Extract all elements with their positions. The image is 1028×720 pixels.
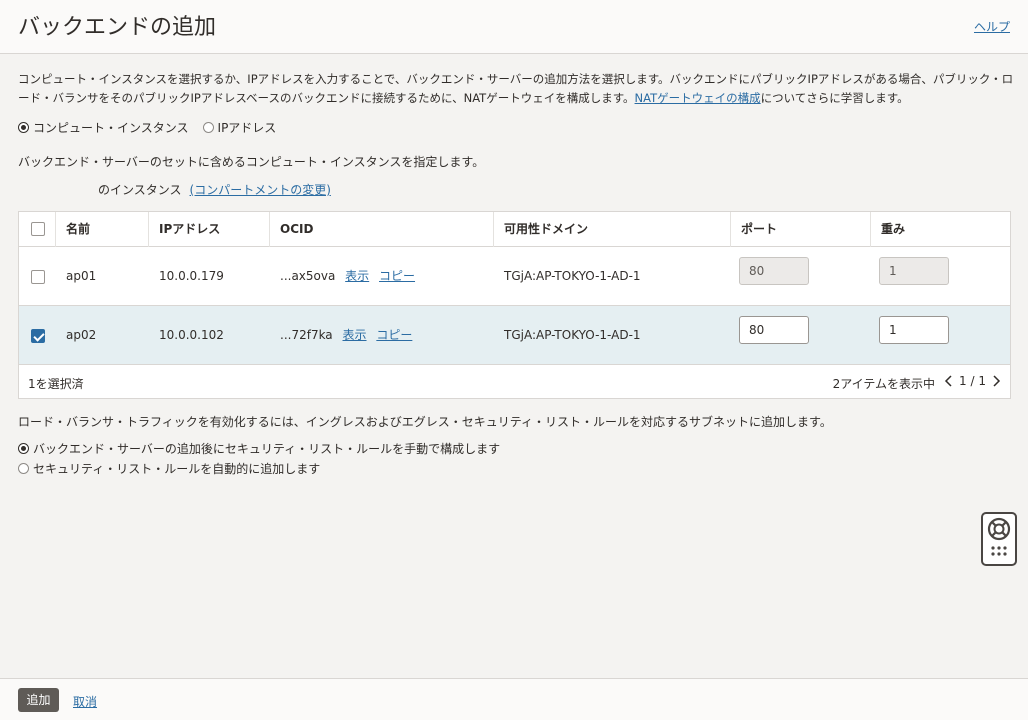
pagination: 1 / 1 <box>942 373 1003 389</box>
weight-input[interactable]: 1 <box>879 316 949 344</box>
instances-table: 名前 IPアドレス OCID 可用性ドメイン ポート 重み ap01 10.0.… <box>18 211 1011 399</box>
radio-label: セキュリティ・リスト・ルールを自動的に追加します <box>33 462 321 476</box>
availability-domain: TGjA:AP-TOKYO-1-AD-1 <box>504 269 641 283</box>
page-indicator: 1 / 1 <box>959 374 986 388</box>
column-header-port[interactable]: ポート <box>731 212 871 247</box>
availability-domain: TGjA:AP-TOKYO-1-AD-1 <box>504 328 641 342</box>
footer-bar: 追加 取消 <box>0 678 1028 720</box>
instructions-text: バックエンド・サーバーのセットに含めるコンピュート・インスタンスを指定します。 <box>18 155 485 169</box>
chevron-right-icon[interactable] <box>991 373 1003 389</box>
items-shown: 2アイテムを表示中 <box>832 377 935 391</box>
instance-name: ap02 <box>66 328 97 342</box>
instance-ocid-cell: ...ax5ova 表示 コピー <box>270 247 415 306</box>
selected-count: 1を選択済 <box>28 377 84 391</box>
change-compartment-link[interactable]: (コンパートメントの変更) <box>190 183 331 197</box>
chevron-left-icon[interactable] <box>942 373 954 389</box>
nat-gateway-link[interactable]: NATゲートウェイの構成 <box>635 91 761 105</box>
radio-label: IPアドレス <box>217 121 277 135</box>
cancel-link[interactable]: 取消 <box>73 693 97 710</box>
table-row: ap01 10.0.0.179 ...ax5ova 表示 コピー TGjA:AP… <box>19 247 1010 306</box>
radio-compute-instance[interactable]: コンピュート・インスタンス <box>18 119 189 136</box>
method-radio-group: コンピュート・インスタンス IPアドレス <box>18 119 276 136</box>
compartment-label: のインスタンス <box>98 183 182 197</box>
row-checkbox[interactable] <box>31 270 45 284</box>
column-header-weight[interactable]: 重み <box>871 212 1010 247</box>
radio-ip-address[interactable]: IPアドレス <box>202 119 277 136</box>
copy-ocid-link[interactable]: コピー <box>379 269 415 283</box>
description: コンピュート・インスタンスを選択するか、IPアドレスを入力することで、バックエン… <box>18 70 1018 108</box>
radio-manual-security-rules[interactable]: バックエンド・サーバーの追加後にセキュリティ・リスト・ルールを手動で構成します <box>18 440 500 457</box>
page-title: バックエンドの追加 <box>18 15 217 40</box>
radio-auto-security-rules[interactable]: セキュリティ・リスト・ルールを自動的に追加します <box>18 460 320 477</box>
help-link[interactable]: ヘルプ <box>974 18 1010 35</box>
port-input[interactable]: 80 <box>739 257 809 285</box>
row-checkbox-checked[interactable] <box>31 329 45 343</box>
column-header-ip[interactable]: IPアドレス <box>149 212 270 247</box>
column-header-name[interactable]: 名前 <box>56 212 149 247</box>
instance-name: ap01 <box>66 269 97 283</box>
column-header-ocid[interactable]: OCID <box>270 212 494 247</box>
copy-ocid-link[interactable]: コピー <box>376 328 412 342</box>
radio-empty-icon[interactable] <box>18 463 29 474</box>
help-assistant-widget[interactable] <box>981 512 1017 566</box>
radio-label: バックエンド・サーバーの追加後にセキュリティ・リスト・ルールを手動で構成します <box>33 442 501 456</box>
instance-ip: 10.0.0.179 <box>159 269 224 283</box>
table-footer: 1を選択済 2アイテムを表示中 1 / 1 <box>19 365 1010 399</box>
instance-ip: 10.0.0.102 <box>159 328 224 342</box>
radio-label: コンピュート・インスタンス <box>33 121 189 135</box>
table-header: 名前 IPアドレス OCID 可用性ドメイン ポート 重み <box>19 212 1010 247</box>
page-header: バックエンドの追加 ヘルプ <box>0 0 1028 54</box>
table-row: ap02 10.0.0.102 ...72f7ka 表示 コピー TGjA:AP… <box>19 306 1010 365</box>
select-all-checkbox[interactable] <box>31 222 45 236</box>
weight-input[interactable]: 1 <box>879 257 949 285</box>
instance-ocid: ...72f7ka <box>280 328 333 342</box>
description-text-after: についてさらに学習します。 <box>760 91 909 105</box>
radio-empty-icon[interactable] <box>202 122 214 133</box>
show-ocid-link[interactable]: 表示 <box>345 269 369 283</box>
instance-ocid-cell: ...72f7ka 表示 コピー <box>270 306 412 365</box>
port-input[interactable]: 80 <box>739 316 809 344</box>
column-header-domain[interactable]: 可用性ドメイン <box>494 212 731 247</box>
radio-selected-icon[interactable] <box>18 122 29 133</box>
traffic-description: ロード・バランサ・トラフィックを有効化するには、イングレスおよびエグレス・セキュ… <box>18 415 832 429</box>
header-checkbox-cell <box>19 212 56 247</box>
show-ocid-link[interactable]: 表示 <box>343 328 367 342</box>
instance-ocid: ...ax5ova <box>280 269 336 283</box>
add-button[interactable]: 追加 <box>18 688 59 712</box>
radio-selected-icon[interactable] <box>18 443 29 454</box>
lifebuoy-icon <box>987 517 1011 556</box>
compartment-line: のインスタンス (コンパートメントの変更) <box>98 181 331 198</box>
